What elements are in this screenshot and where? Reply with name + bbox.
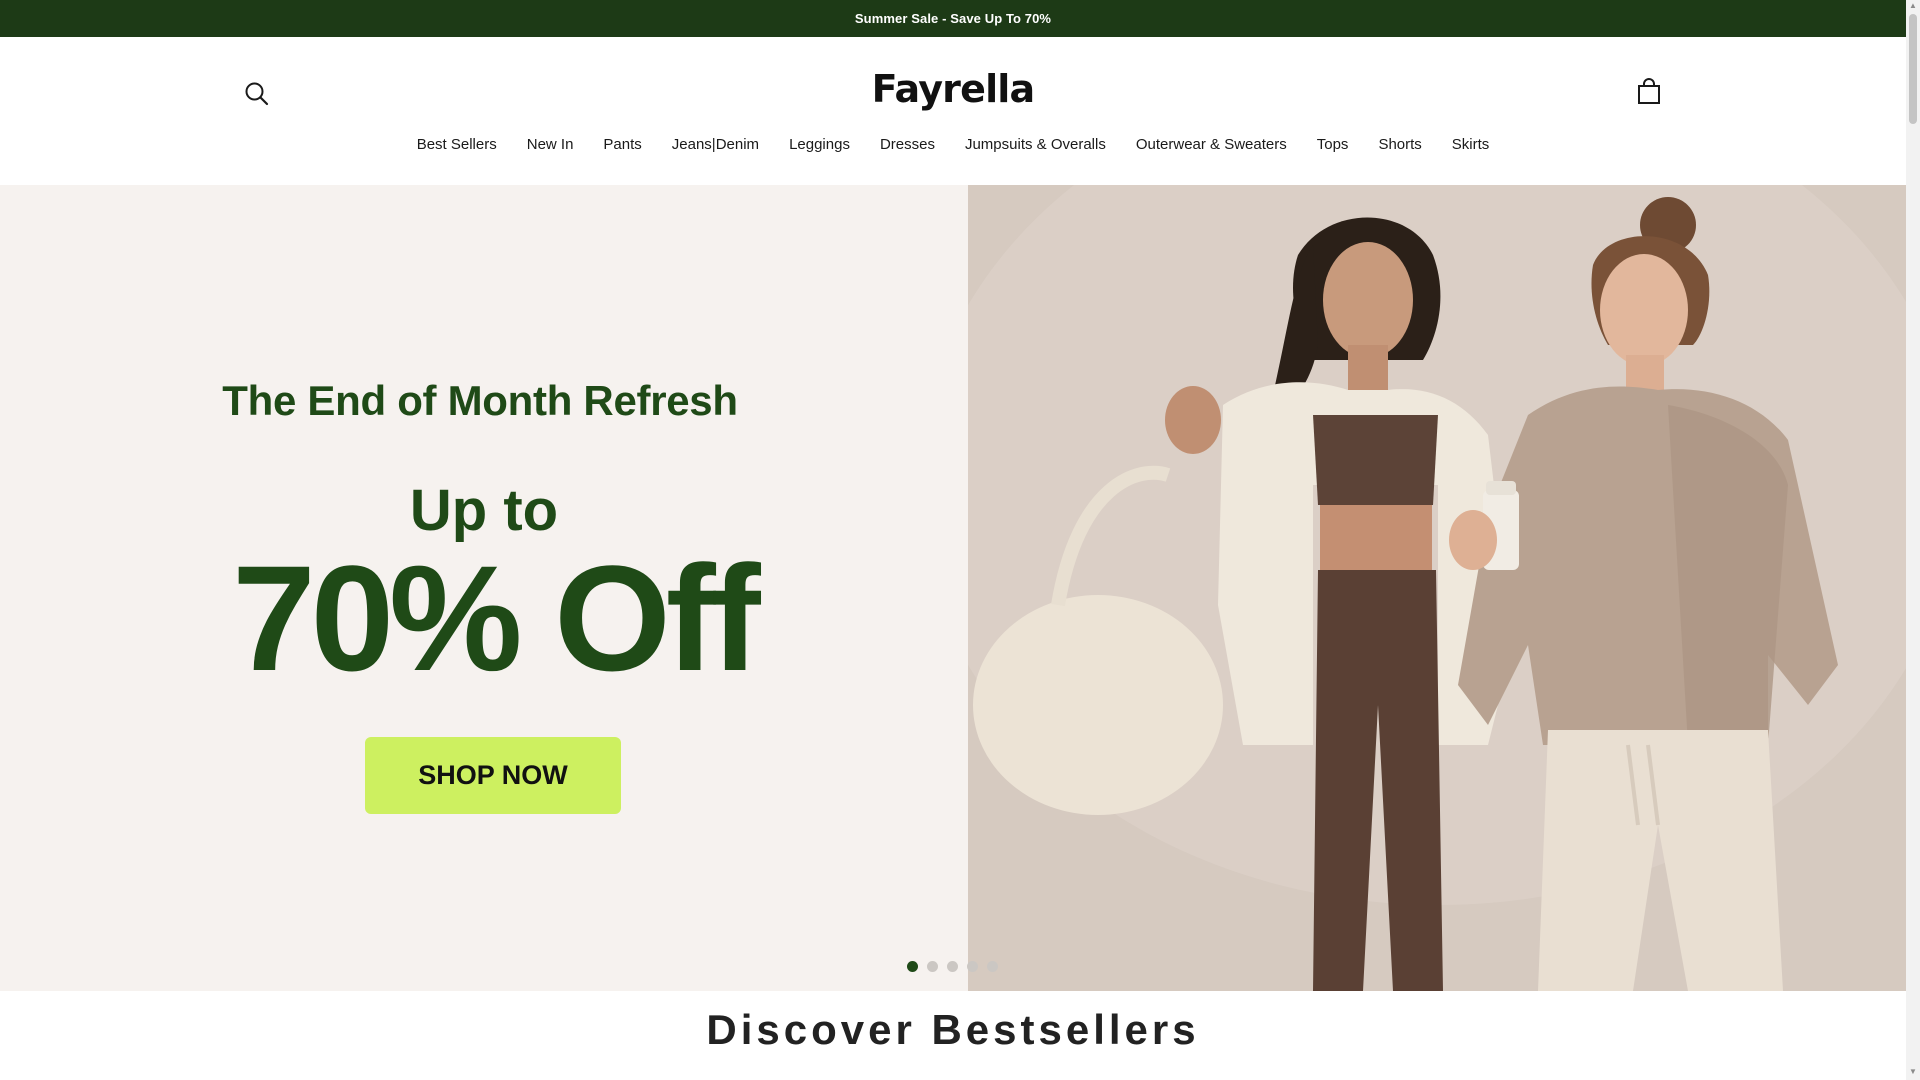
carousel-dot-5[interactable] xyxy=(987,961,998,972)
carousel-dot-1[interactable] xyxy=(907,961,918,972)
hero-carousel[interactable]: The End of Month Refresh Up to 70% Off S… xyxy=(0,185,1906,991)
nav-item-pants[interactable]: Pants xyxy=(588,136,656,153)
nav-item-dresses[interactable]: Dresses xyxy=(865,136,950,153)
scrollbar-thumb[interactable] xyxy=(1909,14,1917,124)
hero-discount-text: 70% Off xyxy=(232,534,760,702)
page-scrollbar[interactable]: ▲ ▼ xyxy=(1906,0,1920,1080)
hero-promo-panel: The End of Month Refresh Up to 70% Off S… xyxy=(0,185,968,991)
carousel-dot-4[interactable] xyxy=(967,961,978,972)
nav-item-tops[interactable]: Tops xyxy=(1302,136,1364,153)
nav-item-leggings[interactable]: Leggings xyxy=(774,136,865,153)
carousel-dots xyxy=(907,961,998,972)
two-women-athleisure-photo xyxy=(918,185,1906,991)
nav-item-outerwear-sweaters[interactable]: Outerwear & Sweaters xyxy=(1121,136,1302,153)
cart-button[interactable] xyxy=(1636,78,1662,106)
scroll-down-arrow-icon[interactable]: ▼ xyxy=(1909,1068,1917,1076)
hero-lifestyle-image xyxy=(918,185,1906,991)
nav-item-jeans-denim[interactable]: Jeans|Denim xyxy=(657,136,774,153)
nav-item-best-sellers[interactable]: Best Sellers xyxy=(402,136,512,153)
announcement-bar: Summer Sale - Save Up To 70% xyxy=(0,0,1906,37)
scroll-up-arrow-icon[interactable]: ▲ xyxy=(1909,2,1917,10)
site-header: Fayrella Best Sellers New In Pants Jeans… xyxy=(0,37,1906,185)
main-nav: Best Sellers New In Pants Jeans|Denim Le… xyxy=(0,136,1906,153)
announcement-text: Summer Sale - Save Up To 70% xyxy=(854,11,1052,26)
nav-item-jumpsuits-overalls[interactable]: Jumpsuits & Overalls xyxy=(950,136,1121,153)
shop-now-button[interactable]: SHOP NOW xyxy=(365,737,621,814)
hero-headline: The End of Month Refresh xyxy=(222,377,738,424)
carousel-dot-3[interactable] xyxy=(947,961,958,972)
nav-item-new-in[interactable]: New In xyxy=(512,136,589,153)
site-logo[interactable]: Fayrella xyxy=(0,67,1906,111)
carousel-dot-2[interactable] xyxy=(927,961,938,972)
shopping-bag-icon xyxy=(1638,78,1660,104)
nav-item-shorts[interactable]: Shorts xyxy=(1363,136,1436,153)
nav-item-skirts[interactable]: Skirts xyxy=(1437,136,1505,153)
bestsellers-section-title: Discover Bestsellers xyxy=(706,1006,1200,1053)
